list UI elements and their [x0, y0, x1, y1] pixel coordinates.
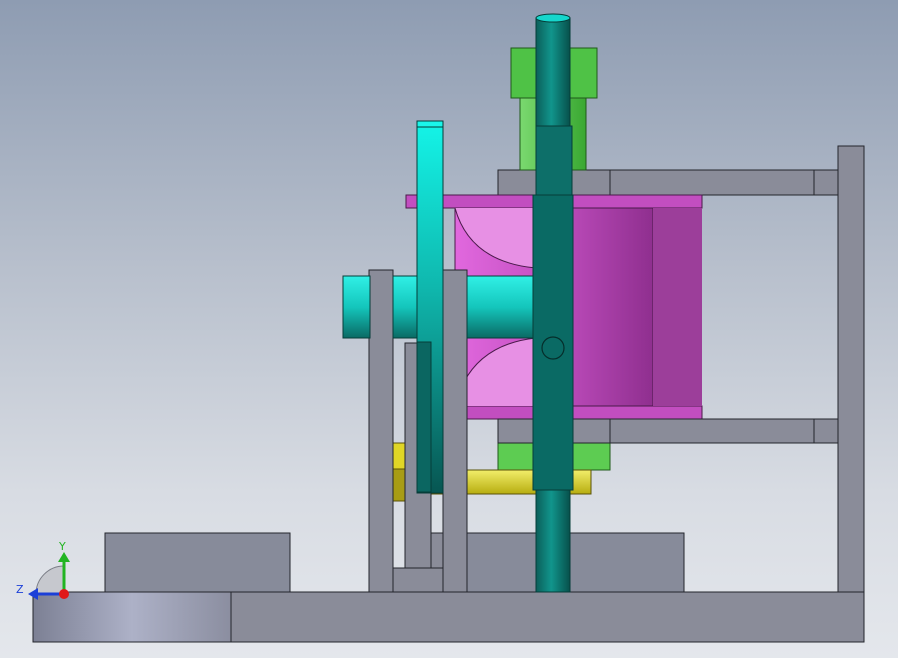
right-base-block[interactable]: [466, 532, 685, 593]
coordinate-triad: Y Z: [16, 540, 70, 600]
z-axis-label: Z: [16, 583, 24, 596]
teal-vertical-shaft[interactable]: [532, 13, 574, 593]
cad-viewport[interactable]: Y Z: [0, 0, 898, 658]
triad-arc-icon: [35, 565, 65, 595]
teal-disc[interactable]: [416, 120, 444, 494]
y-axis-arrow-icon: [58, 552, 70, 562]
right-frame[interactable]: [813, 145, 865, 593]
y-axis-label: Y: [58, 540, 66, 553]
assembly-model[interactable]: Y Z: [0, 0, 898, 658]
left-base-block[interactable]: [104, 532, 291, 593]
base-plate[interactable]: [32, 591, 865, 643]
triad-origin-icon: [59, 589, 69, 599]
